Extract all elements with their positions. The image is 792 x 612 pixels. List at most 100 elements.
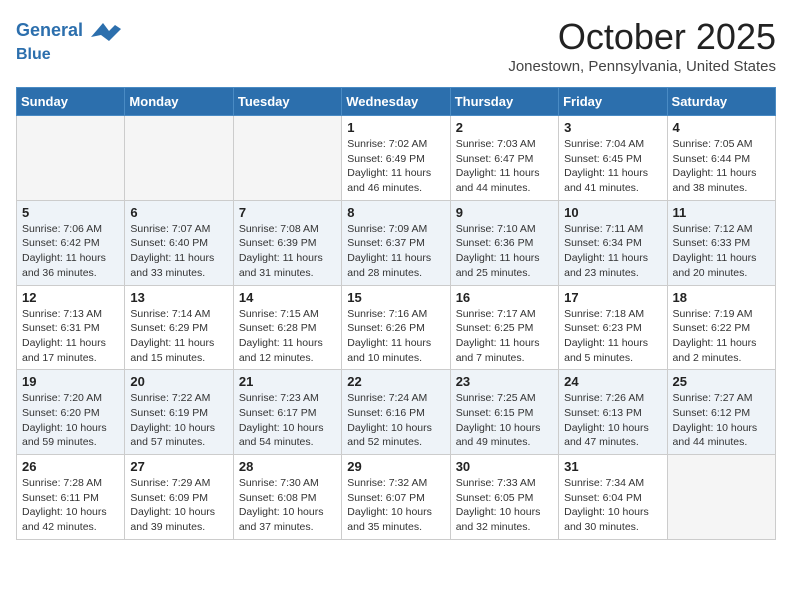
calendar-day-cell: 13 Sunrise: 7:14 AM Sunset: 6:29 PM Dayli…	[125, 285, 233, 370]
weekday-header-wednesday: Wednesday	[342, 88, 450, 116]
calendar-day-cell	[125, 116, 233, 201]
weekday-header-sunday: Sunday	[17, 88, 125, 116]
day-number: 25	[673, 374, 770, 389]
calendar-day-cell	[17, 116, 125, 201]
calendar-day-cell: 1 Sunrise: 7:02 AM Sunset: 6:49 PM Daylig…	[342, 116, 450, 201]
day-info: Sunrise: 7:20 AM Sunset: 6:20 PM Dayligh…	[22, 391, 119, 450]
day-info: Sunrise: 7:13 AM Sunset: 6:31 PM Dayligh…	[22, 307, 119, 366]
day-info: Sunrise: 7:10 AM Sunset: 6:36 PM Dayligh…	[456, 222, 553, 281]
day-number: 15	[347, 290, 444, 305]
day-info: Sunrise: 7:32 AM Sunset: 6:07 PM Dayligh…	[347, 476, 444, 535]
day-number: 12	[22, 290, 119, 305]
calendar-week-row: 1 Sunrise: 7:02 AM Sunset: 6:49 PM Daylig…	[17, 116, 776, 201]
calendar-table: SundayMondayTuesdayWednesdayThursdayFrid…	[16, 87, 776, 540]
day-info: Sunrise: 7:27 AM Sunset: 6:12 PM Dayligh…	[673, 391, 770, 450]
logo-blue-text: Blue	[16, 46, 121, 64]
day-number: 1	[347, 120, 444, 135]
day-number: 16	[456, 290, 553, 305]
calendar-day-cell: 10Sunrise: 7:11 AM Sunset: 6:34 PM Dayli…	[559, 200, 667, 285]
calendar-day-cell: 24Sunrise: 7:26 AM Sunset: 6:13 PM Dayli…	[559, 370, 667, 455]
calendar-day-cell: 21 Sunrise: 7:23 AM Sunset: 6:17 PM Dayli…	[233, 370, 341, 455]
day-info: Sunrise: 7:11 AM Sunset: 6:34 PM Dayligh…	[564, 222, 661, 281]
calendar-day-cell: 2 Sunrise: 7:03 AM Sunset: 6:47 PM Daylig…	[450, 116, 558, 201]
day-info: Sunrise: 7:30 AM Sunset: 6:08 PM Dayligh…	[239, 476, 336, 535]
day-number: 6	[130, 205, 227, 220]
day-info: Sunrise: 7:14 AM Sunset: 6:29 PM Dayligh…	[130, 307, 227, 366]
day-info: Sunrise: 7:17 AM Sunset: 6:25 PM Dayligh…	[456, 307, 553, 366]
calendar-day-cell: 20 Sunrise: 7:22 AM Sunset: 6:19 PM Dayli…	[125, 370, 233, 455]
day-info: Sunrise: 7:23 AM Sunset: 6:17 PM Dayligh…	[239, 391, 336, 450]
day-number: 19	[22, 374, 119, 389]
calendar-day-cell: 27 Sunrise: 7:29 AM Sunset: 6:09 PM Dayli…	[125, 455, 233, 540]
day-number: 17	[564, 290, 661, 305]
day-number: 18	[673, 290, 770, 305]
day-info: Sunrise: 7:07 AM Sunset: 6:40 PM Dayligh…	[130, 222, 227, 281]
weekday-header-monday: Monday	[125, 88, 233, 116]
logo: General Blue	[16, 16, 121, 64]
weekday-header-friday: Friday	[559, 88, 667, 116]
calendar-day-cell: 26Sunrise: 7:28 AM Sunset: 6:11 PM Dayli…	[17, 455, 125, 540]
month-title: October 2025	[508, 16, 776, 58]
calendar-day-cell: 11 Sunrise: 7:12 AM Sunset: 6:33 PM Dayli…	[667, 200, 775, 285]
calendar-week-row: 19 Sunrise: 7:20 AM Sunset: 6:20 PM Dayli…	[17, 370, 776, 455]
day-number: 14	[239, 290, 336, 305]
calendar-week-row: 5 Sunrise: 7:06 AM Sunset: 6:42 PM Daylig…	[17, 200, 776, 285]
day-info: Sunrise: 7:04 AM Sunset: 6:45 PM Dayligh…	[564, 137, 661, 196]
calendar-day-cell	[233, 116, 341, 201]
day-info: Sunrise: 7:09 AM Sunset: 6:37 PM Dayligh…	[347, 222, 444, 281]
weekday-header-saturday: Saturday	[667, 88, 775, 116]
day-info: Sunrise: 7:25 AM Sunset: 6:15 PM Dayligh…	[456, 391, 553, 450]
calendar-week-row: 26Sunrise: 7:28 AM Sunset: 6:11 PM Dayli…	[17, 455, 776, 540]
day-info: Sunrise: 7:22 AM Sunset: 6:19 PM Dayligh…	[130, 391, 227, 450]
day-number: 4	[673, 120, 770, 135]
day-number: 9	[456, 205, 553, 220]
logo-bird-icon	[91, 16, 121, 46]
day-number: 31	[564, 459, 661, 474]
calendar-day-cell: 3 Sunrise: 7:04 AM Sunset: 6:45 PM Daylig…	[559, 116, 667, 201]
day-number: 21	[239, 374, 336, 389]
day-info: Sunrise: 7:12 AM Sunset: 6:33 PM Dayligh…	[673, 222, 770, 281]
day-number: 20	[130, 374, 227, 389]
day-number: 5	[22, 205, 119, 220]
day-info: Sunrise: 7:29 AM Sunset: 6:09 PM Dayligh…	[130, 476, 227, 535]
day-info: Sunrise: 7:26 AM Sunset: 6:13 PM Dayligh…	[564, 391, 661, 450]
title-block: October 2025 Jonestown, Pennsylvania, Un…	[508, 16, 776, 75]
day-number: 8	[347, 205, 444, 220]
day-info: Sunrise: 7:08 AM Sunset: 6:39 PM Dayligh…	[239, 222, 336, 281]
calendar-day-cell: 12 Sunrise: 7:13 AM Sunset: 6:31 PM Dayli…	[17, 285, 125, 370]
day-info: Sunrise: 7:05 AM Sunset: 6:44 PM Dayligh…	[673, 137, 770, 196]
calendar-day-cell: 17 Sunrise: 7:18 AM Sunset: 6:23 PM Dayli…	[559, 285, 667, 370]
calendar-day-cell: 25 Sunrise: 7:27 AM Sunset: 6:12 PM Dayli…	[667, 370, 775, 455]
day-number: 13	[130, 290, 227, 305]
calendar-header-row: SundayMondayTuesdayWednesdayThursdayFrid…	[17, 88, 776, 116]
calendar-day-cell: 4 Sunrise: 7:05 AM Sunset: 6:44 PM Daylig…	[667, 116, 775, 201]
calendar-day-cell: 7 Sunrise: 7:08 AM Sunset: 6:39 PM Daylig…	[233, 200, 341, 285]
calendar-day-cell: 15Sunrise: 7:16 AM Sunset: 6:26 PM Dayli…	[342, 285, 450, 370]
calendar-day-cell: 5 Sunrise: 7:06 AM Sunset: 6:42 PM Daylig…	[17, 200, 125, 285]
day-number: 11	[673, 205, 770, 220]
day-info: Sunrise: 7:18 AM Sunset: 6:23 PM Dayligh…	[564, 307, 661, 366]
calendar-day-cell: 6 Sunrise: 7:07 AM Sunset: 6:40 PM Daylig…	[125, 200, 233, 285]
calendar-week-row: 12 Sunrise: 7:13 AM Sunset: 6:31 PM Dayli…	[17, 285, 776, 370]
weekday-header-tuesday: Tuesday	[233, 88, 341, 116]
day-info: Sunrise: 7:28 AM Sunset: 6:11 PM Dayligh…	[22, 476, 119, 535]
day-number: 7	[239, 205, 336, 220]
day-info: Sunrise: 7:06 AM Sunset: 6:42 PM Dayligh…	[22, 222, 119, 281]
calendar-day-cell: 31Sunrise: 7:34 AM Sunset: 6:04 PM Dayli…	[559, 455, 667, 540]
day-info: Sunrise: 7:02 AM Sunset: 6:49 PM Dayligh…	[347, 137, 444, 196]
calendar-day-cell: 23 Sunrise: 7:25 AM Sunset: 6:15 PM Dayli…	[450, 370, 558, 455]
day-number: 2	[456, 120, 553, 135]
day-info: Sunrise: 7:15 AM Sunset: 6:28 PM Dayligh…	[239, 307, 336, 366]
calendar-day-cell: 30Sunrise: 7:33 AM Sunset: 6:05 PM Dayli…	[450, 455, 558, 540]
location: Jonestown, Pennsylvania, United States	[508, 58, 776, 75]
day-number: 23	[456, 374, 553, 389]
calendar-day-cell: 28Sunrise: 7:30 AM Sunset: 6:08 PM Dayli…	[233, 455, 341, 540]
day-info: Sunrise: 7:19 AM Sunset: 6:22 PM Dayligh…	[673, 307, 770, 366]
day-info: Sunrise: 7:03 AM Sunset: 6:47 PM Dayligh…	[456, 137, 553, 196]
page-header: General Blue October 2025 Jonestown, Pen…	[16, 16, 776, 75]
calendar-day-cell: 16 Sunrise: 7:17 AM Sunset: 6:25 PM Dayli…	[450, 285, 558, 370]
day-number: 27	[130, 459, 227, 474]
day-number: 29	[347, 459, 444, 474]
calendar-day-cell: 9 Sunrise: 7:10 AM Sunset: 6:36 PM Daylig…	[450, 200, 558, 285]
day-number: 3	[564, 120, 661, 135]
